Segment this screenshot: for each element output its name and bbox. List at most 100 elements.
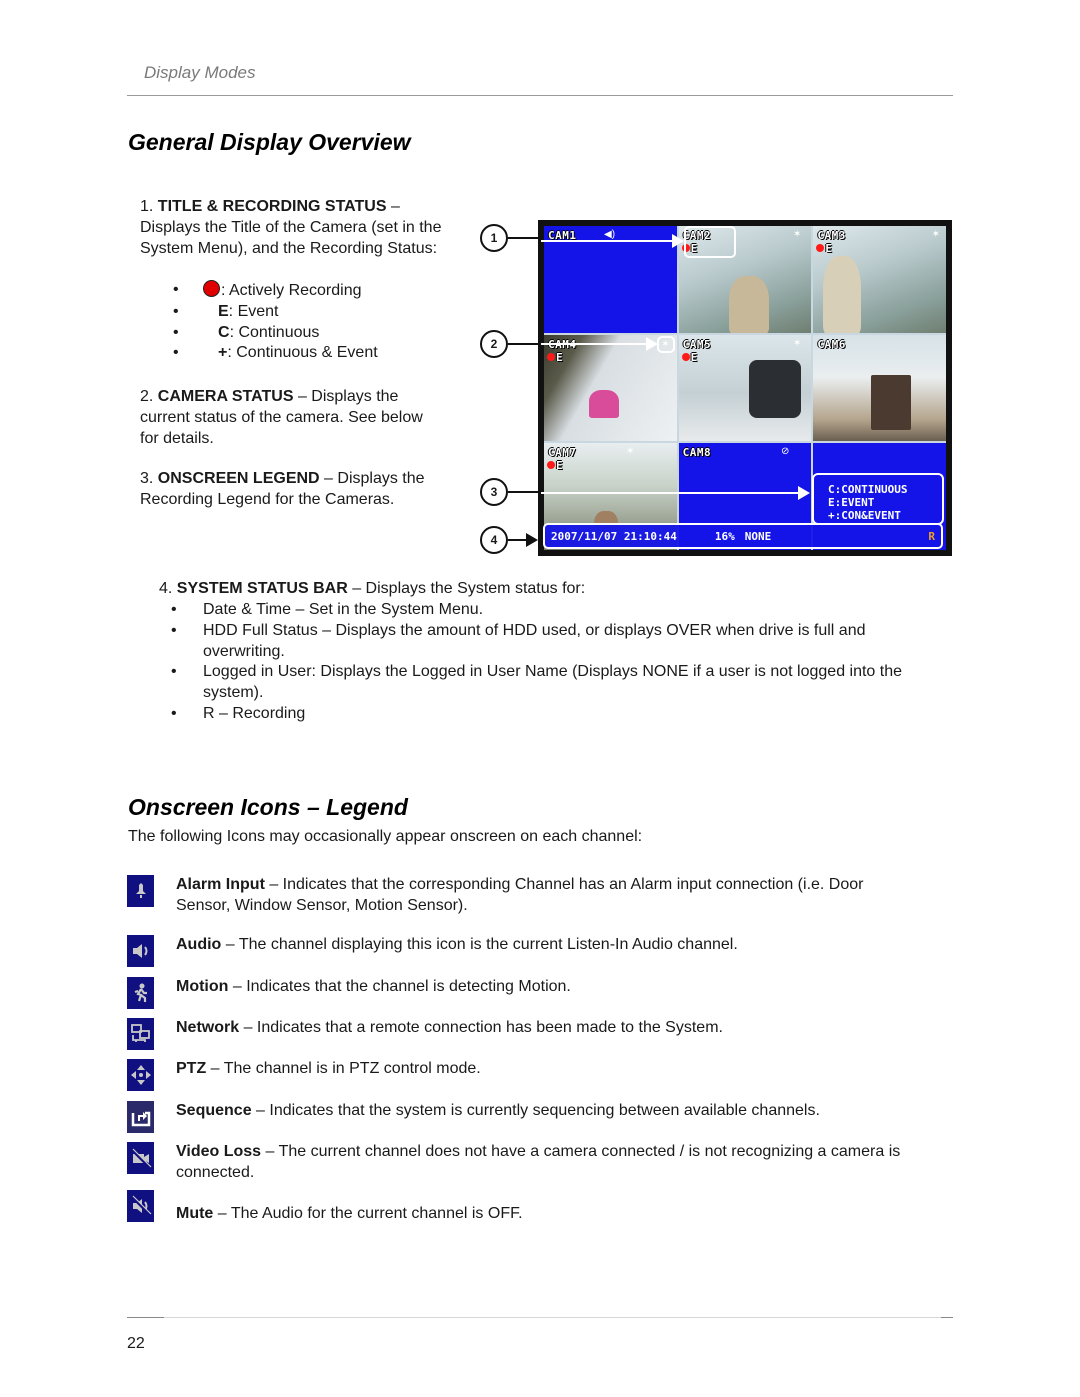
system-status-text: R – Recording <box>203 704 306 722</box>
recording-dot-icon <box>681 352 690 361</box>
legend-item-event: • E: Event <box>140 302 460 323</box>
legend-text: : Event <box>228 302 279 320</box>
red-recording-dot-icon <box>203 280 220 297</box>
system-status-list: • Date & Time – Set in the System Menu. •… <box>159 600 949 725</box>
bullet: • <box>171 621 177 639</box>
title-status-highlight <box>684 226 736 258</box>
recording-status: E <box>547 459 563 472</box>
system-status-text: Date & Time – Set in the System Menu. <box>203 601 484 618</box>
icon-name: PTZ <box>176 1060 207 1077</box>
recording-status: E <box>681 351 697 364</box>
system-status-item: • Date & Time – Set in the System Menu. <box>159 600 949 621</box>
camera-feed-image <box>589 389 619 418</box>
icon-name: Video Loss <box>176 1143 262 1160</box>
legend-item-continuous-event: • +: Continuous & Event <box>140 343 460 364</box>
legend-item-continuous: • C: Continuous <box>140 323 460 344</box>
icons-intro: The following Icons may occasionally app… <box>128 828 643 845</box>
bullet: • <box>173 281 179 298</box>
item-label: ONSCREEN LEGEND <box>157 470 320 487</box>
callout-1: 1 <box>480 224 508 252</box>
icon-text: – Indicates that the channel is detectin… <box>228 978 571 995</box>
icon-description: Network – Indicates that a remote connec… <box>176 1018 916 1039</box>
motion-icon: ✶ <box>931 229 940 240</box>
icon-description: Motion – Indicates that the channel is d… <box>176 977 916 998</box>
ptz-icon <box>127 1059 154 1091</box>
camera-tile-cam6[interactable]: CAM6 <box>813 334 946 442</box>
bullet: • <box>173 344 179 362</box>
icon-text: – The channel is in PTZ control mode. <box>206 1060 481 1077</box>
status-recording-flag: R <box>928 529 935 543</box>
footer-divider-accent-right <box>941 1317 953 1318</box>
camera-feed-image <box>728 276 769 333</box>
footer-divider <box>127 1317 953 1318</box>
bullet: • <box>171 601 177 618</box>
callout-3-line <box>508 491 540 493</box>
bullet: • <box>173 302 179 320</box>
legend-symbol: E <box>218 302 229 320</box>
mute-icon <box>127 1190 154 1222</box>
onscreen-legend: C:CONTINUOUS E:EVENT +:CON&EVENT <box>812 473 944 525</box>
icon-text: – The current channel does not have a ca… <box>176 1143 901 1181</box>
legend-text: : Actively Recording <box>221 282 362 299</box>
recording-dot-icon <box>547 461 555 470</box>
icon-text: – The channel displaying this icon is th… <box>221 936 738 953</box>
recording-status: E <box>547 351 563 364</box>
camera-title: CAM8 <box>682 446 712 460</box>
legend-text: : Continuous <box>229 323 320 341</box>
legend-event: E:EVENT <box>828 496 875 509</box>
legend-symbol: + <box>218 344 228 362</box>
item-onscreen-legend: 3. ONSCREEN LEGEND – Displays the Record… <box>140 469 440 511</box>
icon-name: Audio <box>176 936 222 953</box>
arrow-3-line <box>541 492 799 494</box>
legend-item-actively-recording: • : Actively Recording <box>140 280 460 302</box>
status-hdd-usage: 16% <box>714 529 735 543</box>
callout-2-line <box>508 343 540 345</box>
callout-1-line <box>508 237 540 239</box>
system-status-item: • R – Recording <box>159 704 949 725</box>
callout-2: 2 <box>480 330 508 358</box>
camera-tile-cam3[interactable]: CAM3 E ✶ <box>813 226 946 333</box>
video-loss-icon <box>127 1142 154 1174</box>
camera-title: CAM5 <box>682 337 712 351</box>
header-divider <box>127 95 953 96</box>
camera-title: CAM3 <box>817 229 846 242</box>
arrow-1-head <box>672 234 684 248</box>
sequence-icon <box>127 1101 154 1133</box>
icon-text: – Indicates that the corresponding Chann… <box>176 876 864 914</box>
icon-text: – Indicates that a remote connection has… <box>239 1019 723 1036</box>
legend-continuous: C:CONTINUOUS <box>828 483 908 496</box>
item-number: 4. <box>159 580 173 597</box>
legend-symbol: C <box>218 323 230 341</box>
icon-text: – The Audio for the current channel is O… <box>213 1205 523 1222</box>
bullet: • <box>171 704 177 722</box>
callout-3: 3 <box>480 478 508 506</box>
legend-text: : Continuous & Event <box>227 344 378 362</box>
camera-title: CAM6 <box>817 337 846 351</box>
icon-name: Sequence <box>176 1102 252 1119</box>
item-dash: – <box>319 470 338 487</box>
footer-divider-accent-left <box>127 1317 164 1318</box>
arrow-3-head <box>798 486 810 500</box>
icon-description: PTZ – The channel is in PTZ control mode… <box>176 1059 916 1080</box>
item-number: 3. <box>140 470 154 487</box>
page-number: 22 <box>127 1335 145 1352</box>
camera-feed-image <box>871 374 912 430</box>
callout-4-arrowhead <box>526 533 538 547</box>
bullet: • <box>171 663 177 681</box>
item-label: CAMERA STATUS <box>157 388 294 405</box>
camera-feed-image <box>823 256 862 333</box>
item-title-recording-status: 1. TITLE & RECORDING STATUS – Displays t… <box>140 197 460 259</box>
camera-tile-cam5[interactable]: CAM5 E ✶ <box>678 334 812 442</box>
alarm-input-icon <box>127 875 154 907</box>
motion-icon: ✶ <box>661 338 670 350</box>
dvr-screen: CAM1 ◀) CAM2 E ✶ CAM3 E ✶ CAM4 E ✶ CAM5 <box>538 220 952 556</box>
status-logged-in-user: NONE <box>744 529 772 543</box>
icon-text: – Indicates that the system is currently… <box>251 1102 820 1119</box>
recording-status: E <box>816 242 832 255</box>
recording-mode: E <box>556 350 563 364</box>
camera-feed-image <box>748 359 801 418</box>
item-description: Displays the Title of the Camera (set in… <box>140 218 442 257</box>
recording-dot-icon <box>816 244 825 252</box>
audio-icon: ◀) <box>604 229 616 240</box>
item-system-status-bar: 4. SYSTEM STATUS BAR – Displays the Syst… <box>159 579 959 600</box>
